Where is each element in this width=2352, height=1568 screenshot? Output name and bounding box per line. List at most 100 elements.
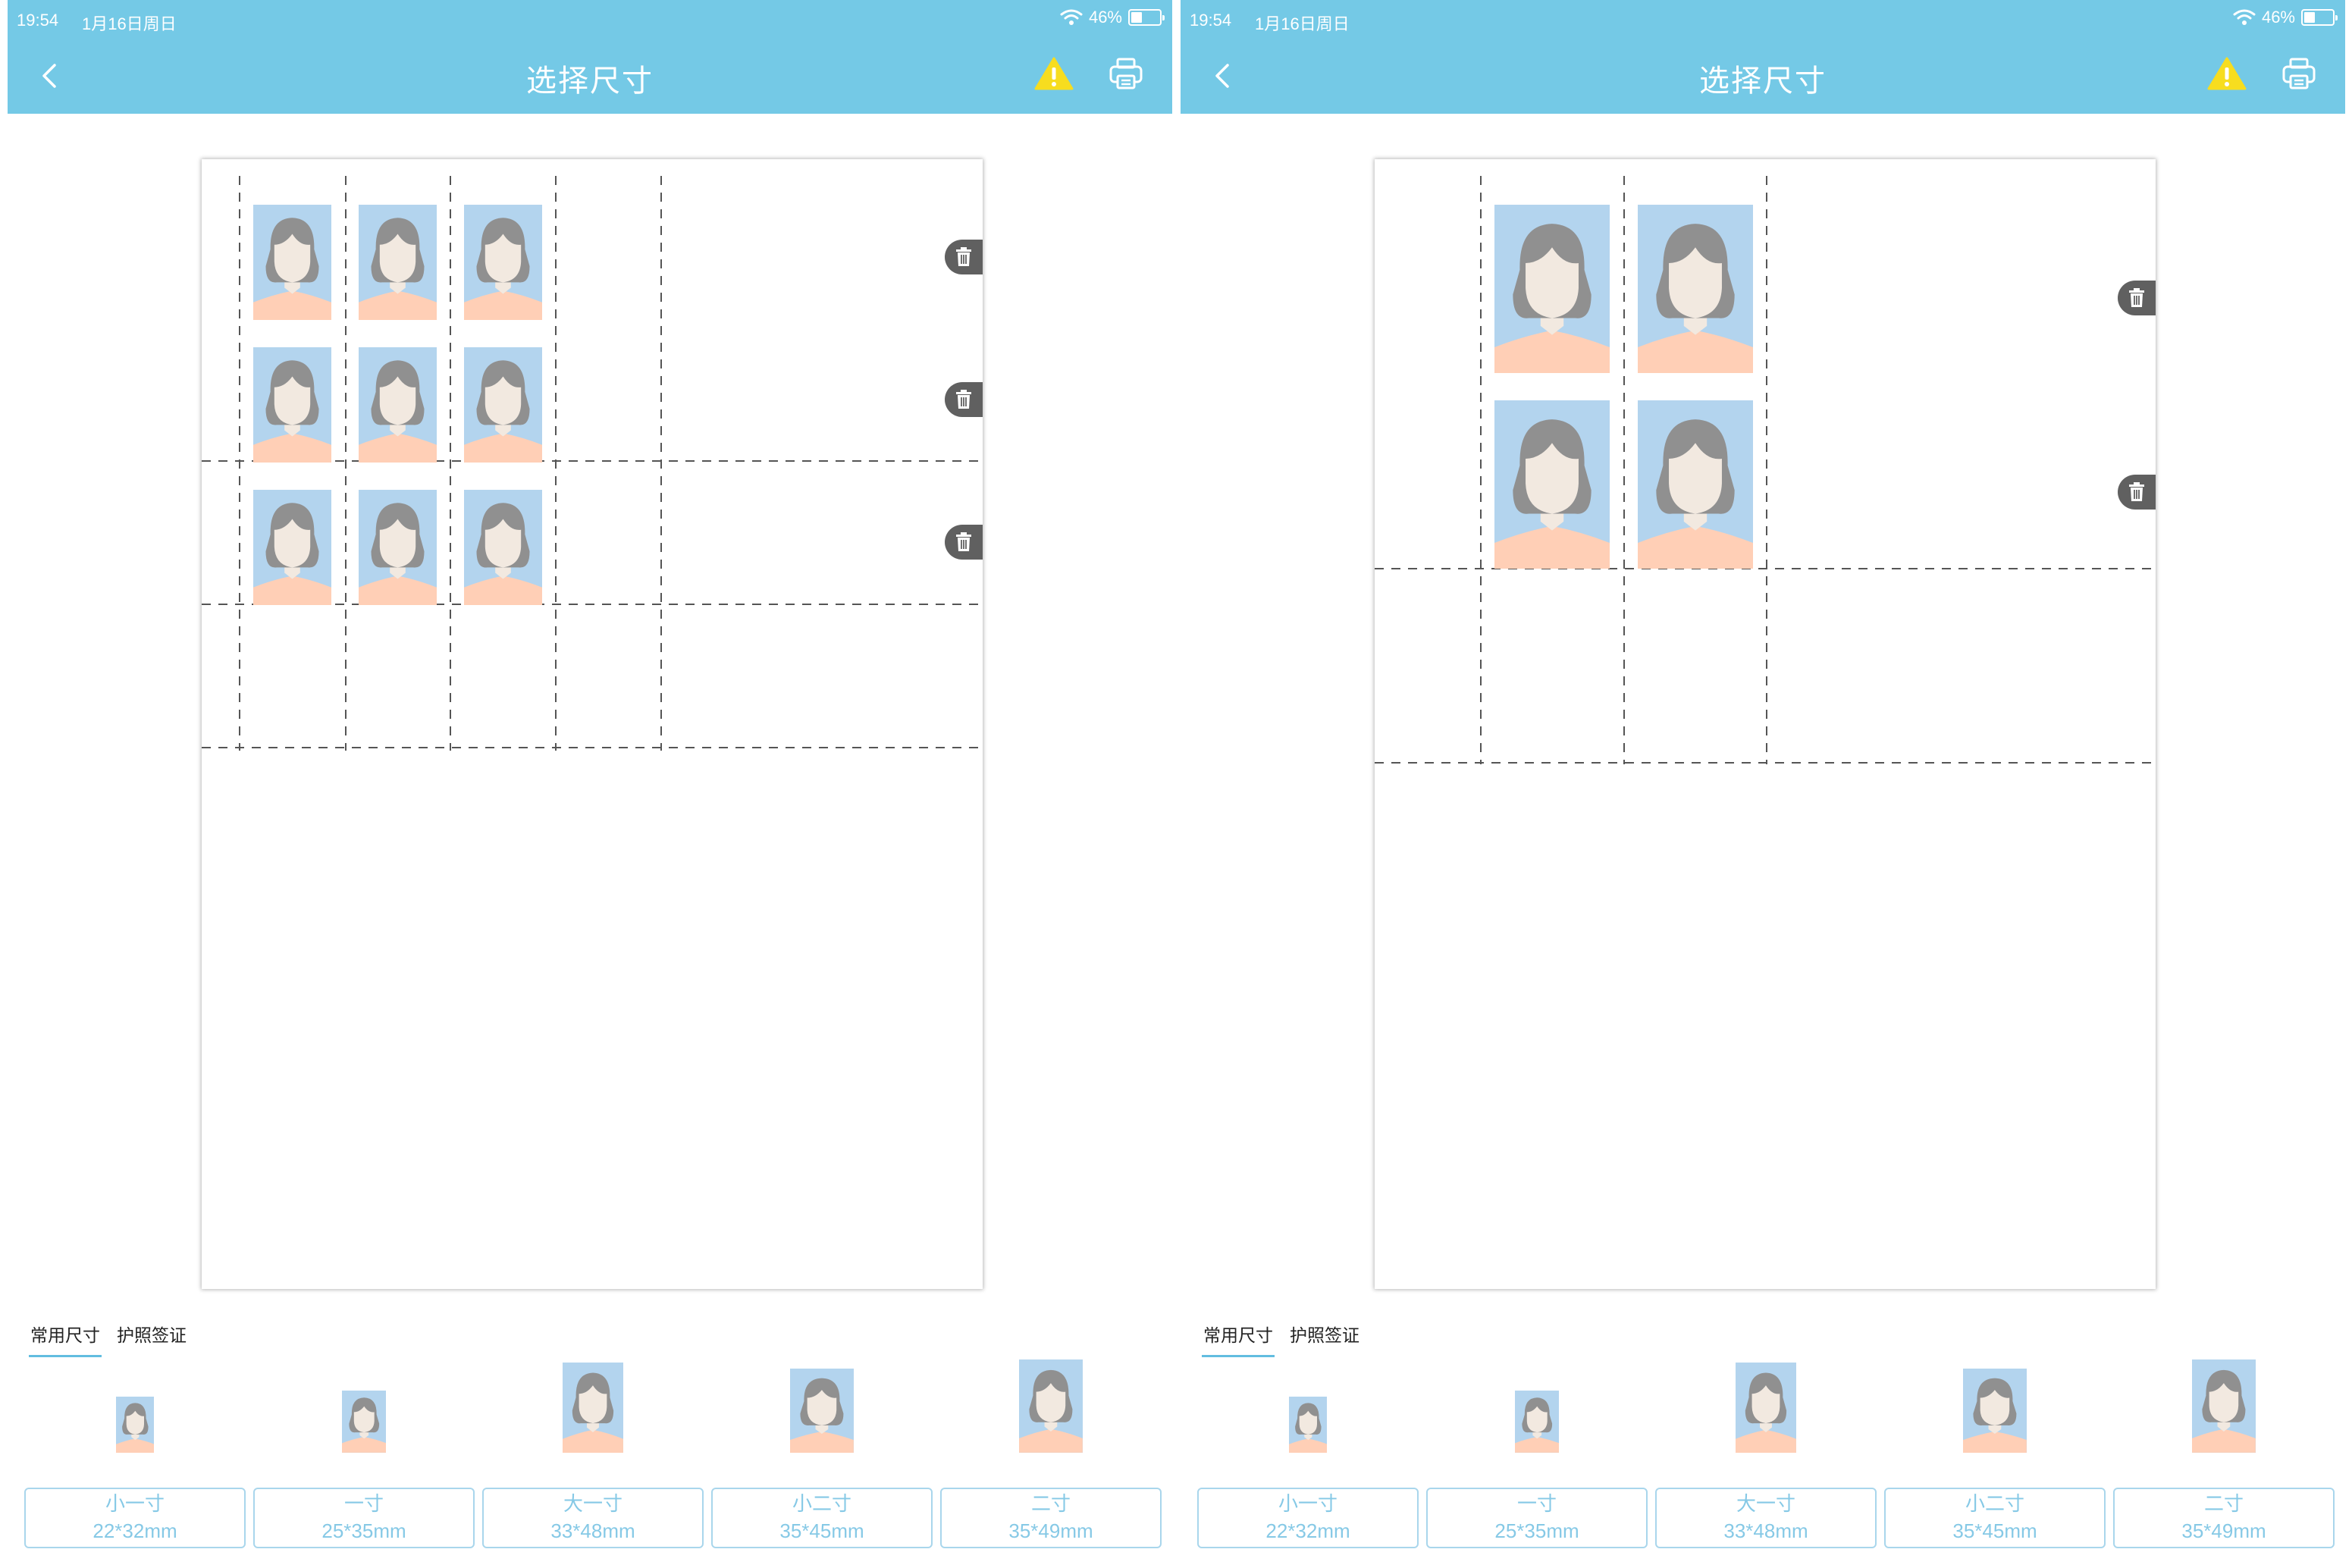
size-option-button[interactable]: 二寸 35*49mm <box>940 1488 1162 1548</box>
trash-icon <box>2129 288 2144 307</box>
size-dimensions: 25*35mm <box>1494 1519 1579 1542</box>
tab-common-sizes[interactable]: 常用尺寸 <box>29 1321 102 1357</box>
size-option-button[interactable]: 二寸 35*49mm <box>2113 1488 2335 1548</box>
size-name: 小二寸 <box>792 1492 851 1515</box>
portrait-placeholder <box>1514 1397 1560 1453</box>
portrait-placeholder <box>115 1403 155 1453</box>
tab-passport-visa[interactable]: 护照签证 <box>1290 1321 1359 1357</box>
id-photo-1-2[interactable] <box>359 205 437 320</box>
size-option-button[interactable]: 小二寸 35*45mm <box>1884 1488 2106 1548</box>
portrait-placeholder <box>464 218 542 320</box>
delete-row-button[interactable] <box>945 240 983 274</box>
size-option[interactable]: 大一寸 33*48mm <box>1655 1357 1877 1554</box>
status-right: 46% <box>1060 8 1165 27</box>
id-photo-1-1[interactable] <box>1494 205 1610 373</box>
size-dimensions: 22*32mm <box>93 1519 177 1542</box>
size-name: 小一寸 <box>1278 1492 1338 1515</box>
size-name: 小二寸 <box>1965 1492 2024 1515</box>
size-thumbnail <box>1019 1359 1083 1453</box>
id-photo-1-3[interactable] <box>464 205 542 320</box>
portrait-placeholder <box>1019 1369 1083 1453</box>
size-option-button[interactable]: 一寸 25*35mm <box>253 1488 475 1548</box>
id-photo-2-2[interactable] <box>359 347 437 463</box>
portrait-placeholder <box>563 1372 623 1453</box>
trash-icon <box>956 532 971 551</box>
id-photo-3-1[interactable] <box>253 490 331 605</box>
id-photo-3-2[interactable] <box>359 490 437 605</box>
printer-icon[interactable] <box>2281 56 2316 91</box>
size-category-tabs: 常用尺寸 护照签证 <box>29 1321 187 1357</box>
portrait-placeholder <box>1638 224 1753 373</box>
size-option[interactable]: 一寸 25*35mm <box>1426 1357 1648 1554</box>
printer-icon[interactable] <box>1109 56 1143 91</box>
trash-icon <box>956 247 971 266</box>
id-photo-1-1[interactable] <box>253 205 331 320</box>
size-option[interactable]: 小二寸 35*45mm <box>711 1357 933 1554</box>
size-dimensions: 35*49mm <box>1008 1519 1093 1542</box>
portrait-placeholder <box>1963 1378 2027 1453</box>
size-option[interactable]: 一寸 25*35mm <box>253 1357 475 1554</box>
portrait-placeholder <box>1638 419 1753 569</box>
portrait-placeholder <box>464 503 542 605</box>
size-name: 一寸 <box>343 1492 384 1515</box>
size-option-button[interactable]: 小二寸 35*45mm <box>711 1488 933 1548</box>
size-dimensions: 35*45mm <box>1952 1519 2037 1542</box>
size-thumbnail <box>2192 1359 2256 1453</box>
size-option-button[interactable]: 大一寸 33*48mm <box>1655 1488 1877 1548</box>
size-thumbnail <box>1288 1396 1328 1453</box>
status-bar: 19:54 1月16日周日 46% <box>8 0 1172 38</box>
size-name: 二寸 <box>2203 1492 2244 1515</box>
size-option-button[interactable]: 一寸 25*35mm <box>1426 1488 1648 1548</box>
size-thumbnail <box>1963 1368 2027 1453</box>
status-time: 19:54 <box>1190 11 1232 30</box>
warning-icon[interactable] <box>1034 56 1074 91</box>
size-options: 小一寸 22*32mm 一寸 25*35mm 大一寸 33*48mm 小二寸 35*45mm 二… <box>24 1357 1163 1554</box>
battery-icon <box>1128 9 1165 26</box>
size-option-button[interactable]: 大一寸 33*48mm <box>482 1488 704 1548</box>
page-title: 选择尺寸 <box>526 64 654 98</box>
id-photo-3-3[interactable] <box>464 490 542 605</box>
id-photo-2-1[interactable] <box>253 347 331 463</box>
portrait-placeholder <box>359 218 437 320</box>
size-category-tabs: 常用尺寸 护照签证 <box>1202 1321 1359 1357</box>
nav-bar: 选择尺寸 <box>8 38 1172 114</box>
delete-row-button[interactable] <box>945 525 983 560</box>
cut-guides <box>1375 176 2156 764</box>
size-option[interactable]: 小二寸 35*45mm <box>1884 1357 2106 1554</box>
delete-row-button[interactable] <box>2118 281 2156 315</box>
status-date: 1月16日周日 <box>1255 14 1350 33</box>
size-option[interactable]: 小一寸 22*32mm <box>1197 1357 1419 1554</box>
size-dimensions: 33*48mm <box>550 1519 635 1542</box>
warning-icon[interactable] <box>2207 56 2247 91</box>
size-option[interactable]: 二寸 35*49mm <box>940 1357 1162 1554</box>
portrait-placeholder <box>1494 419 1610 569</box>
cut-guides <box>202 176 983 751</box>
size-option[interactable]: 小一寸 22*32mm <box>24 1357 246 1554</box>
id-photo-2-2[interactable] <box>1638 400 1753 569</box>
size-name: 大一寸 <box>1736 1492 1795 1515</box>
print-paper-preview <box>1375 159 2156 1289</box>
size-dimensions: 25*35mm <box>321 1519 406 1542</box>
size-name: 一寸 <box>1516 1492 1557 1515</box>
id-photo-1-2[interactable] <box>1638 205 1753 373</box>
size-option-button[interactable]: 小一寸 22*32mm <box>24 1488 246 1548</box>
size-option-button[interactable]: 小一寸 22*32mm <box>1197 1488 1419 1548</box>
portrait-placeholder <box>341 1397 387 1453</box>
portrait-placeholder <box>253 503 331 605</box>
id-photo-2-3[interactable] <box>464 347 542 463</box>
size-dimensions: 22*32mm <box>1265 1519 1350 1542</box>
battery-percent: 46% <box>2261 8 2295 27</box>
delete-row-button[interactable] <box>945 382 983 417</box>
status-date: 1月16日周日 <box>82 14 177 33</box>
size-option[interactable]: 二寸 35*49mm <box>2113 1357 2335 1554</box>
delete-row-button[interactable] <box>2118 475 2156 510</box>
size-dimensions: 35*45mm <box>779 1519 864 1542</box>
portrait-placeholder <box>1494 224 1610 373</box>
size-thumbnail <box>1514 1390 1560 1453</box>
tab-common-sizes[interactable]: 常用尺寸 <box>1202 1321 1275 1357</box>
phone-screen-left: 19:54 1月16日周日 46% 选择尺寸 常用尺寸 护照签证 小一寸 22*… <box>8 0 1172 1568</box>
id-photo-2-1[interactable] <box>1494 400 1610 569</box>
tab-passport-visa[interactable]: 护照签证 <box>117 1321 187 1357</box>
size-dimensions: 35*49mm <box>2181 1519 2266 1542</box>
size-option[interactable]: 大一寸 33*48mm <box>482 1357 704 1554</box>
